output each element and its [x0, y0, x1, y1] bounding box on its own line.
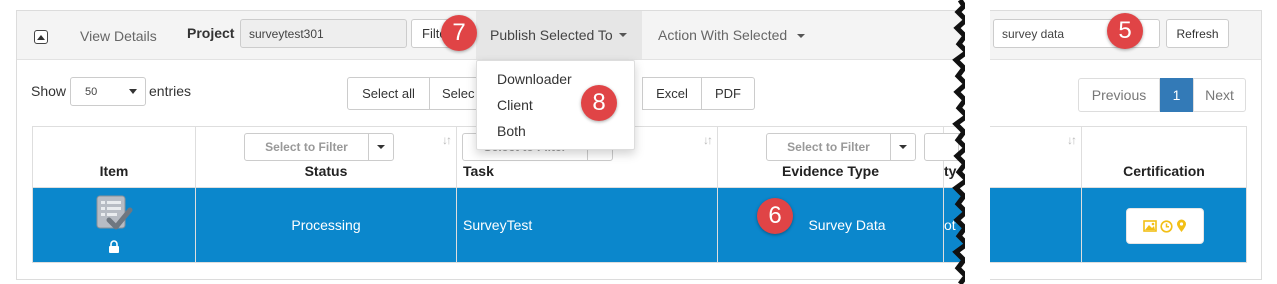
task-cell: SurveyTest [456, 187, 718, 263]
status-filter-placeholder: Select to Filter [265, 140, 348, 154]
certification-cell [1081, 187, 1247, 263]
evidence-type-cell: Survey Data [717, 187, 944, 263]
entries-select[interactable]: 50 [70, 77, 146, 106]
col-certification-header: Certification [1081, 126, 1247, 188]
refresh-button[interactable]: Refresh [1166, 19, 1229, 48]
partial-filter-placeholder [925, 134, 958, 160]
table-header-row: Item Select to Filter ↓↑ Status Select t… [32, 126, 1247, 188]
sort-icon[interactable]: ↓↑ [703, 133, 713, 147]
callout-badge-7: 7 [441, 15, 477, 51]
lock-icon [109, 240, 119, 253]
excel-label: Excel [656, 86, 688, 101]
status-filter-select[interactable]: Select to Filter [244, 133, 394, 161]
entries-value: 50 [85, 85, 98, 98]
col-partial-label: ty [944, 163, 957, 179]
status-value: Processing [291, 217, 361, 233]
image-icon [1143, 220, 1157, 232]
action-with-selected-label: Action With Selected [658, 27, 788, 43]
main-panel: View Details Project surveytest301 Filte… [16, 10, 1262, 280]
next-button[interactable]: Next [1193, 78, 1246, 112]
project-label: Project [187, 25, 235, 41]
pdf-label: PDF [715, 86, 741, 101]
filter-dropdown-toggle [890, 134, 915, 160]
item-cell [32, 187, 196, 263]
publish-selected-label: Publish Selected To [490, 27, 613, 43]
action-with-selected-dropdown[interactable]: Action With Selected [658, 27, 806, 43]
caret-down-icon [618, 33, 627, 37]
caret-down-icon [899, 145, 907, 149]
task-value: SurveyTest [463, 217, 533, 233]
search-value: survey data [1002, 26, 1065, 41]
select-all-label: Select all [362, 86, 415, 101]
select-all-button[interactable]: Select all [347, 77, 430, 110]
pdf-button[interactable]: PDF [701, 77, 755, 110]
chevron-up-icon [37, 34, 45, 40]
show-label: Show [31, 83, 67, 99]
caret-down-icon [797, 34, 806, 39]
previous-button[interactable]: Previous [1078, 78, 1160, 112]
excel-button[interactable]: Excel [642, 77, 702, 110]
partial-cell: ot [943, 187, 1082, 263]
clock-icon [1160, 219, 1173, 233]
sort-icon[interactable]: ↓↑ [442, 133, 452, 147]
select-partial-button[interactable]: Selec [429, 77, 479, 110]
col-evidence-type-header: Select to Filter Evidence Type [717, 126, 944, 188]
evidence-type-filter-placeholder: Select to Filter [787, 140, 870, 154]
evidence-table: Item Select to Filter ↓↑ Status Select t… [32, 126, 1247, 263]
refresh-label: Refresh [1176, 26, 1219, 41]
col-partial-header: ↓↑ ty [924, 126, 1082, 188]
caret-down-icon [967, 145, 975, 149]
project-field[interactable]: surveytest301 [240, 19, 407, 48]
entries-label: entries [149, 83, 192, 99]
col-status-label: Status [304, 163, 348, 179]
menu-item-both[interactable]: Both [497, 123, 526, 139]
callout-badge-5: 5 [1107, 13, 1143, 49]
caret-down-icon [377, 145, 385, 149]
col-item-header: Item [32, 126, 196, 188]
callout-badge-8: 8 [581, 85, 617, 121]
filter-dropdown-toggle [958, 134, 983, 160]
partial-filter-select[interactable] [924, 133, 984, 161]
collapse-toggle-button[interactable] [34, 30, 48, 44]
col-item-label: Item [99, 163, 129, 179]
pagination: Previous 1 Next [1078, 78, 1246, 112]
caret-down-icon [129, 89, 137, 94]
location-pin-icon [1177, 219, 1186, 232]
col-evidence-type-label: Evidence Type [781, 163, 879, 179]
toolbar: View Details Project surveytest301 Filte… [17, 11, 1261, 60]
col-status-header: Select to Filter ↓↑ Status [195, 126, 457, 188]
partial-value: ot [944, 217, 956, 233]
status-cell: Processing [195, 187, 457, 263]
checklist-icon [96, 195, 133, 230]
col-task-label: Task [463, 163, 494, 179]
sort-icon[interactable]: ↓↑ [1067, 133, 1077, 147]
certification-button[interactable] [1126, 208, 1204, 244]
callout-badge-6: 6 [757, 198, 793, 234]
view-details-link[interactable]: View Details [80, 28, 157, 44]
project-value: surveytest301 [249, 26, 324, 41]
col-certification-label: Certification [1123, 163, 1205, 179]
publish-selected-dropdown[interactable]: Publish Selected To [476, 11, 642, 59]
table-row[interactable]: Processing SurveyTest Survey Data ot [32, 187, 1247, 263]
page-1-button[interactable]: 1 [1160, 78, 1193, 112]
menu-item-client[interactable]: Client [497, 97, 533, 113]
select-partial-label: Selec [442, 86, 475, 101]
filter-dropdown-toggle [368, 134, 393, 160]
evidence-type-filter-select[interactable]: Select to Filter [766, 133, 916, 161]
menu-item-downloader[interactable]: Downloader [497, 71, 572, 87]
